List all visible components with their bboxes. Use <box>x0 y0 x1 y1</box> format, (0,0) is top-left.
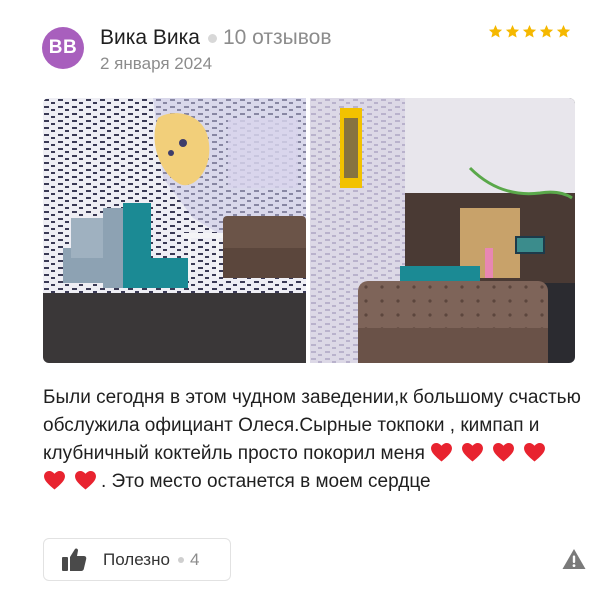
star-icon <box>505 24 520 39</box>
avatar[interactable]: ВВ <box>42 27 84 69</box>
review-card: ВВ Вика Вика 10 отзывов 2 января 2024 Бы… <box>0 0 603 608</box>
useful-button[interactable]: Полезно 4 <box>43 538 231 581</box>
heart-icon <box>461 442 484 462</box>
heart-icon <box>74 470 97 490</box>
heart-icon <box>43 470 66 490</box>
review-text: Были сегодня в этом чудном заведении,к б… <box>43 384 583 496</box>
heart-icon <box>523 442 546 462</box>
review-photos <box>43 98 575 363</box>
review-date: 2 января 2024 <box>100 54 213 73</box>
useful-separator-dot <box>177 556 184 563</box>
review-photo-2[interactable] <box>310 98 575 363</box>
heart-icon <box>492 442 515 462</box>
heart-icon <box>430 442 453 462</box>
author-row: Вика Вика 10 отзывов <box>100 26 331 50</box>
star-icon <box>522 24 537 39</box>
author-reviews-count: 10 отзывов <box>222 26 332 49</box>
review-photo-1[interactable] <box>43 98 306 363</box>
thumbs-up-icon <box>61 547 87 572</box>
review-text-part2: . Это место останется в моем сердце <box>101 471 431 492</box>
rating-stars <box>488 24 571 39</box>
author-name[interactable]: Вика Вика <box>100 26 200 50</box>
warning-icon[interactable] <box>562 548 586 570</box>
star-icon <box>539 24 554 39</box>
useful-label: Полезно <box>103 549 170 569</box>
useful-count: 4 <box>189 549 200 569</box>
star-icon <box>556 24 571 39</box>
star-icon <box>488 24 503 39</box>
separator-dot <box>207 33 217 43</box>
